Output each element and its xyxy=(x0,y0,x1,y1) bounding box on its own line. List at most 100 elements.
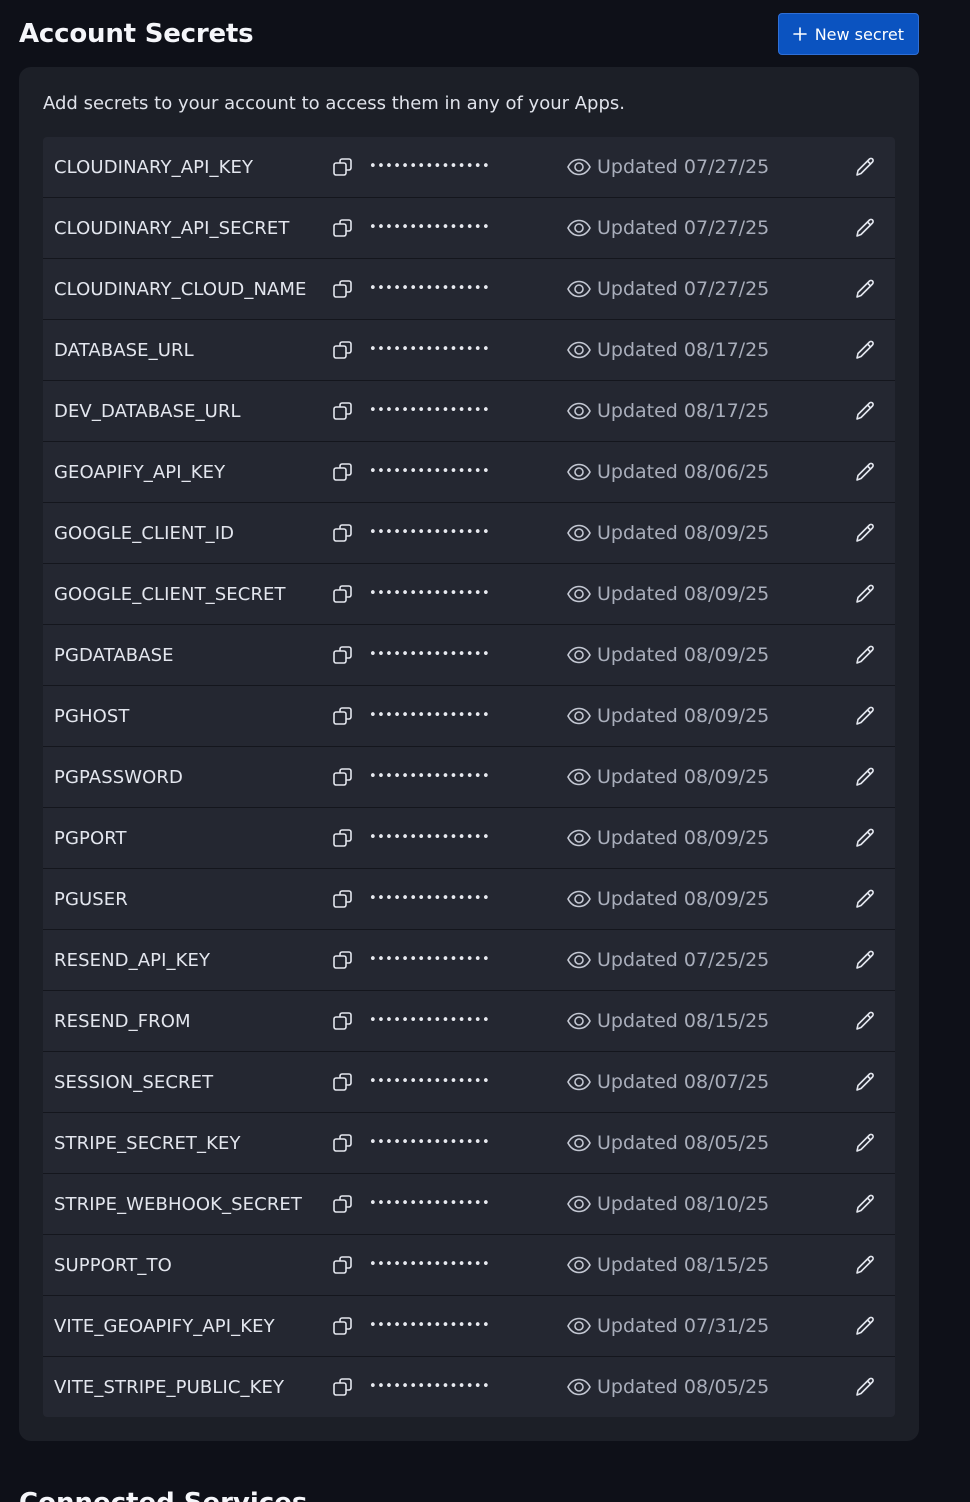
copy-icon[interactable] xyxy=(329,1129,357,1157)
eye-icon[interactable] xyxy=(565,1312,593,1340)
copy-icon[interactable] xyxy=(329,1190,357,1218)
copy-icon[interactable] xyxy=(329,1251,357,1279)
masked-secret-value: ••••••••••••••• xyxy=(369,1134,491,1150)
copy-icon[interactable] xyxy=(329,885,357,913)
secret-row: PGUSER ••••••••••••••• Updated 08/09/25 xyxy=(43,869,895,930)
copy-icon[interactable] xyxy=(329,702,357,730)
masked-secret-value: ••••••••••••••• xyxy=(369,1256,491,1272)
copy-icon[interactable] xyxy=(329,641,357,669)
eye-icon[interactable] xyxy=(565,824,593,852)
pencil-icon[interactable] xyxy=(851,946,879,974)
pencil-icon[interactable] xyxy=(851,702,879,730)
pencil-icon[interactable] xyxy=(851,1129,879,1157)
copy-icon[interactable] xyxy=(329,275,357,303)
eye-icon[interactable] xyxy=(565,214,593,242)
secret-name: PGDATABASE xyxy=(54,644,174,666)
eye-icon[interactable] xyxy=(565,1373,593,1401)
copy-icon[interactable] xyxy=(329,824,357,852)
eye-icon[interactable] xyxy=(565,397,593,425)
eye-icon[interactable] xyxy=(565,702,593,730)
eye-icon[interactable] xyxy=(565,580,593,608)
page-header: Account Secrets New secret xyxy=(19,13,919,55)
copy-icon[interactable] xyxy=(329,580,357,608)
copy-icon[interactable] xyxy=(329,214,357,242)
eye-icon[interactable] xyxy=(565,946,593,974)
pencil-icon[interactable] xyxy=(851,1190,879,1218)
updated-date: Updated 08/05/25 xyxy=(597,1132,770,1154)
masked-secret-value: ••••••••••••••• xyxy=(369,1195,491,1211)
updated-date: Updated 08/09/25 xyxy=(597,644,770,666)
pencil-icon[interactable] xyxy=(851,336,879,364)
updated-date: Updated 08/09/25 xyxy=(597,827,770,849)
pencil-icon[interactable] xyxy=(851,1373,879,1401)
secret-name: DATABASE_URL xyxy=(54,339,194,361)
pencil-icon[interactable] xyxy=(851,824,879,852)
secret-row: PGHOST ••••••••••••••• Updated 08/09/25 xyxy=(43,686,895,747)
eye-icon[interactable] xyxy=(565,763,593,791)
copy-icon[interactable] xyxy=(329,336,357,364)
pencil-icon[interactable] xyxy=(851,763,879,791)
pencil-icon[interactable] xyxy=(851,1251,879,1279)
secret-name: GOOGLE_CLIENT_ID xyxy=(54,522,235,544)
eye-icon[interactable] xyxy=(565,1007,593,1035)
updated-date: Updated 07/27/25 xyxy=(597,217,770,239)
secret-row: STRIPE_SECRET_KEY ••••••••••••••• Update… xyxy=(43,1113,895,1174)
eye-icon[interactable] xyxy=(565,458,593,486)
new-secret-button[interactable]: New secret xyxy=(777,13,919,55)
copy-icon[interactable] xyxy=(329,397,357,425)
pencil-icon[interactable] xyxy=(851,1007,879,1035)
copy-icon[interactable] xyxy=(329,946,357,974)
copy-icon[interactable] xyxy=(329,519,357,547)
secret-row: VITE_GEOAPIFY_API_KEY ••••••••••••••• Up… xyxy=(43,1296,895,1357)
masked-secret-value: ••••••••••••••• xyxy=(369,280,491,296)
masked-secret-value: ••••••••••••••• xyxy=(369,707,491,723)
eye-icon[interactable] xyxy=(565,885,593,913)
pencil-icon[interactable] xyxy=(851,275,879,303)
copy-icon[interactable] xyxy=(329,458,357,486)
copy-icon[interactable] xyxy=(329,1312,357,1340)
secret-row: STRIPE_WEBHOOK_SECRET ••••••••••••••• Up… xyxy=(43,1174,895,1235)
secret-row: RESEND_FROM ••••••••••••••• Updated 08/1… xyxy=(43,991,895,1052)
eye-icon[interactable] xyxy=(565,153,593,181)
masked-secret-value: ••••••••••••••• xyxy=(369,951,491,967)
next-section-title: Connected Services xyxy=(19,1488,307,1502)
eye-icon[interactable] xyxy=(565,336,593,364)
pencil-icon[interactable] xyxy=(851,885,879,913)
eye-icon[interactable] xyxy=(565,1129,593,1157)
eye-icon[interactable] xyxy=(565,641,593,669)
pencil-icon[interactable] xyxy=(851,458,879,486)
secret-name: VITE_STRIPE_PUBLIC_KEY xyxy=(54,1376,285,1398)
pencil-icon[interactable] xyxy=(851,580,879,608)
secret-name: SESSION_SECRET xyxy=(54,1071,214,1093)
copy-icon[interactable] xyxy=(329,1007,357,1035)
copy-icon[interactable] xyxy=(329,153,357,181)
eye-icon[interactable] xyxy=(565,1190,593,1218)
eye-icon[interactable] xyxy=(565,1068,593,1096)
pencil-icon[interactable] xyxy=(851,397,879,425)
copy-icon[interactable] xyxy=(329,763,357,791)
secret-row: GOOGLE_CLIENT_ID ••••••••••••••• Updated… xyxy=(43,503,895,564)
updated-date: Updated 08/09/25 xyxy=(597,522,770,544)
secret-row: VITE_STRIPE_PUBLIC_KEY ••••••••••••••• U… xyxy=(43,1357,895,1417)
secret-name: PGPORT xyxy=(54,827,127,849)
pencil-icon[interactable] xyxy=(851,153,879,181)
pencil-icon[interactable] xyxy=(851,519,879,547)
copy-icon[interactable] xyxy=(329,1373,357,1401)
copy-icon[interactable] xyxy=(329,1068,357,1096)
updated-date: Updated 08/06/25 xyxy=(597,461,770,483)
pencil-icon[interactable] xyxy=(851,1312,879,1340)
secret-name: PGHOST xyxy=(54,705,130,727)
updated-date: Updated 08/17/25 xyxy=(597,339,770,361)
secret-name: RESEND_FROM xyxy=(54,1010,191,1032)
plus-icon xyxy=(792,27,807,41)
pencil-icon[interactable] xyxy=(851,1068,879,1096)
secret-row: SUPPORT_TO ••••••••••••••• Updated 08/15… xyxy=(43,1235,895,1296)
secret-name: VITE_GEOAPIFY_API_KEY xyxy=(54,1315,275,1337)
pencil-icon[interactable] xyxy=(851,641,879,669)
eye-icon[interactable] xyxy=(565,1251,593,1279)
eye-icon[interactable] xyxy=(565,275,593,303)
updated-date: Updated 07/25/25 xyxy=(597,949,770,971)
pencil-icon[interactable] xyxy=(851,214,879,242)
eye-icon[interactable] xyxy=(565,519,593,547)
secret-row: CLOUDINARY_API_KEY ••••••••••••••• Updat… xyxy=(43,137,895,198)
